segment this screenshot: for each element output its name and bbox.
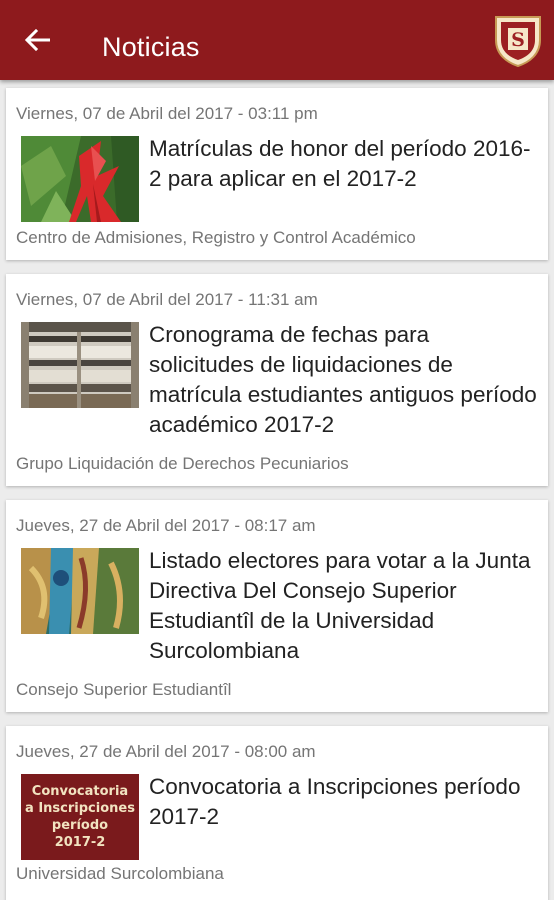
arrow-back-icon: [25, 29, 50, 51]
news-date: Jueves, 27 de Abril del 2017 - 08:17 am: [16, 516, 316, 535]
news-date: Viernes, 07 de Abril del 2017 - 03:11 pm: [16, 104, 318, 123]
back-button[interactable]: [18, 20, 58, 60]
news-thumbnail: Convocatoria a Inscripciones período 201…: [21, 774, 139, 860]
app-screen: Noticias S Viernes, 07 de Abril del 2017…: [0, 0, 554, 900]
news-title[interactable]: Listado electores para votar a la Junta …: [149, 546, 539, 666]
tropical-plant-photo: [21, 136, 139, 222]
news-thumbnail: [21, 548, 139, 634]
news-card[interactable]: Viernes, 07 de Abril del 2017 - 11:31 am: [6, 274, 548, 486]
banner-line: 2017-2: [54, 835, 106, 850]
mural-painting-photo: [21, 548, 139, 634]
news-card[interactable]: Jueves, 27 de Abril del 2017 - 08:17 am …: [6, 500, 548, 712]
news-source: Centro de Admisiones, Registro y Control…: [16, 228, 416, 247]
news-card[interactable]: Jueves, 27 de Abril del 2017 - 08:00 am …: [6, 726, 548, 900]
banner-line: Convocatoria: [31, 784, 129, 799]
news-title[interactable]: Matrículas de honor del período 2016-2 p…: [149, 134, 539, 194]
news-card[interactable]: Viernes, 07 de Abril del 2017 - 03:11 pm…: [6, 88, 548, 260]
banner-line: período: [51, 818, 109, 833]
news-thumbnail: [21, 322, 139, 408]
news-source: Universidad Surcolombiana: [16, 864, 224, 883]
page-title: Noticias: [102, 32, 200, 62]
building-atrium-photo: [21, 322, 139, 408]
logo-letter: S: [511, 29, 525, 51]
convocatoria-banner: Convocatoria a Inscripciones período 201…: [21, 774, 139, 860]
university-logo-icon[interactable]: S: [492, 14, 544, 68]
news-title[interactable]: Convocatoria a Inscripciones período 201…: [149, 772, 539, 832]
banner-line: a Inscripciones: [25, 801, 135, 816]
news-source: Grupo Liquidación de Derechos Pecuniario…: [16, 454, 349, 473]
app-bar: Noticias S: [0, 0, 554, 80]
news-date: Viernes, 07 de Abril del 2017 - 11:31 am: [16, 290, 318, 309]
news-date: Jueves, 27 de Abril del 2017 - 08:00 am: [16, 742, 316, 761]
news-title[interactable]: Cronograma de fechas para solicitudes de…: [149, 320, 539, 440]
news-thumbnail: [21, 136, 139, 222]
news-source: Consejo Superior Estudiantîl: [16, 680, 232, 699]
